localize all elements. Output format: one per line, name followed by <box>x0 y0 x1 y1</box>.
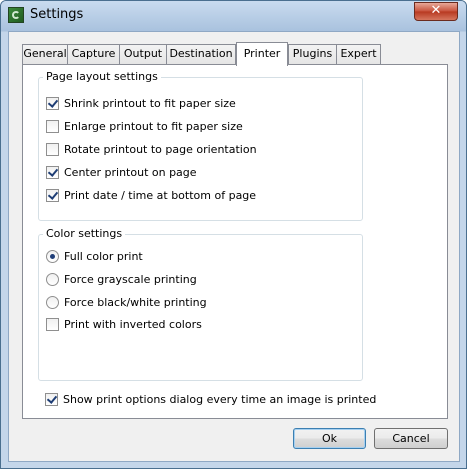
tab-capture[interactable]: Capture <box>67 44 120 64</box>
enlarge-checkbox-label: Enlarge printout to fit paper size <box>64 120 243 133</box>
close-icon: ✕ <box>430 3 442 18</box>
full-color-radio-label: Full color print <box>64 250 143 263</box>
color-settings-group: Color settings Full color print Force gr… <box>38 227 363 381</box>
inverted-checkbox-box[interactable] <box>46 318 59 331</box>
enlarge-checkbox-box[interactable] <box>46 120 59 133</box>
cancel-button[interactable]: Cancel <box>374 428 448 449</box>
tab-destination[interactable]: Destination <box>166 44 236 64</box>
black-white-radio-label: Force black/white printing <box>64 296 207 309</box>
show-dialog-checkbox-label: Show print options dialog every time an … <box>63 393 377 406</box>
datetime-checkbox-label: Print date / time at bottom of page <box>64 189 257 202</box>
page-layout-group: Page layout settings Shrink printout to … <box>38 70 363 221</box>
black-white-radio-button[interactable] <box>46 296 59 309</box>
tab-printer[interactable]: Printer <box>236 42 288 66</box>
inverted-checkbox-label: Print with inverted colors <box>64 318 202 331</box>
shrink-checkbox-box[interactable] <box>46 97 59 110</box>
settings-window: Settings ✕ General Capture Output Destin… <box>0 0 467 469</box>
rotate-checkbox-label: Rotate printout to page orientation <box>64 143 257 156</box>
tab-general[interactable]: General <box>22 44 68 64</box>
center-checkbox-box[interactable] <box>46 166 59 179</box>
full-color-radio-button[interactable] <box>46 250 59 263</box>
grayscale-radio-label: Force grayscale printing <box>64 273 197 286</box>
center-checkbox-label: Center printout on page <box>64 166 197 179</box>
printer-tab-panel: Page layout settings Shrink printout to … <box>22 64 448 419</box>
color-settings-group-title: Color settings <box>43 227 126 241</box>
grayscale-radio-button[interactable] <box>46 273 59 286</box>
rotate-checkbox-box[interactable] <box>46 143 59 156</box>
ok-button[interactable]: Ok <box>293 428 366 449</box>
tab-plugins[interactable]: Plugins <box>288 44 337 64</box>
tab-output[interactable]: Output <box>119 44 167 64</box>
page-layout-group-title: Page layout settings <box>43 70 161 84</box>
tab-expert[interactable]: Expert <box>336 44 381 64</box>
window-title: Settings <box>30 7 84 22</box>
app-icon <box>8 7 24 23</box>
close-button[interactable]: ✕ <box>414 2 458 21</box>
datetime-checkbox-box[interactable] <box>46 189 59 202</box>
title-bar[interactable]: Settings ✕ <box>1 1 466 31</box>
dialog-body: General Capture Output Destination Print… <box>8 31 460 462</box>
shrink-checkbox-label: Shrink printout to fit paper size <box>64 97 236 110</box>
show-dialog-checkbox-box[interactable] <box>45 393 58 406</box>
